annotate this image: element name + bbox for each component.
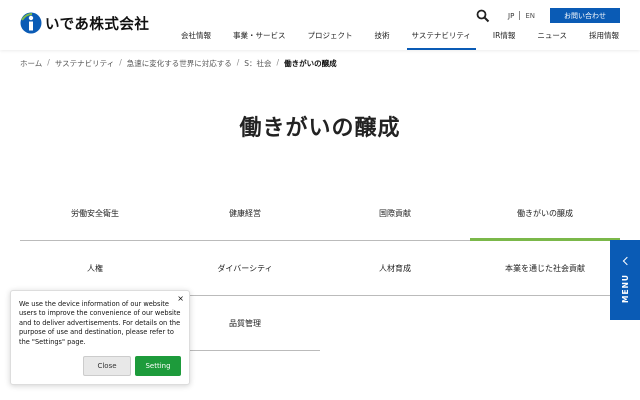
- cookie-actions: Close Setting: [83, 356, 181, 376]
- logo[interactable]: いであ株式会社: [20, 12, 149, 34]
- breadcrumb-current: 働きがいの醸成: [284, 59, 337, 68]
- category-tab[interactable]: ダイバーシティ: [170, 241, 320, 296]
- category-tab[interactable]: 国際貢献: [320, 186, 470, 241]
- nav-item[interactable]: プロジェクト: [297, 30, 364, 50]
- category-tab[interactable]: 人材育成: [320, 241, 470, 296]
- category-tab[interactable]: 本業を通じた社会貢献: [470, 241, 620, 296]
- breadcrumb: ホーム / サステナビリティ / 急速に変化する世界に対応する / S：社会 / 働きがいの醸成: [20, 58, 337, 69]
- lang-en[interactable]: EN: [525, 12, 535, 20]
- page-title: 働きがいの醸成: [239, 116, 401, 141]
- breadcrumb-link[interactable]: サステナビリティ: [55, 58, 114, 69]
- tabs-row: 労働安全衛生 健康経営 国際貢献 働きがいの醸成: [20, 186, 620, 241]
- category-tab[interactable]: 労働安全衛生: [20, 186, 170, 241]
- utility-bar: JP EN お問い合わせ: [476, 8, 620, 23]
- nav-item[interactable]: 事業・サービス: [222, 30, 297, 50]
- nav-item[interactable]: 採用情報: [578, 30, 630, 50]
- category-tab[interactable]: 健康経営: [170, 186, 320, 241]
- chevron-left-icon: [622, 256, 631, 265]
- cookie-close-button[interactable]: Close: [83, 356, 131, 376]
- breadcrumb-link[interactable]: S：社会: [244, 58, 271, 69]
- breadcrumb-link[interactable]: ホーム: [20, 58, 42, 69]
- nav-item[interactable]: 技術: [364, 30, 401, 50]
- logo-icon: [20, 12, 42, 34]
- breadcrumb-separator: /: [276, 58, 280, 67]
- main-nav: 会社情報 事業・サービス プロジェクト 技術 サステナビリティ IR情報 ニュース 採用情報: [170, 30, 630, 50]
- logo-text: いであ株式会社: [45, 16, 150, 33]
- nav-item[interactable]: ニュース: [526, 30, 578, 50]
- cookie-setting-button[interactable]: Setting: [135, 356, 181, 376]
- nav-item[interactable]: 会社情報: [170, 30, 222, 50]
- side-menu-button[interactable]: MENU: [610, 240, 640, 320]
- search-icon[interactable]: [476, 9, 490, 23]
- breadcrumb-separator: /: [236, 58, 240, 67]
- language-switcher: JP EN: [508, 11, 535, 20]
- category-tab[interactable]: 品質管理: [170, 296, 320, 351]
- cookie-banner: × We use the device information of our w…: [10, 290, 190, 385]
- category-tab[interactable]: 人権: [20, 241, 170, 296]
- side-menu-label: MENU: [620, 273, 630, 303]
- site-header: いであ株式会社 JP EN お問い合わせ 会社情報 事業・サービス プロジェクト 技術…: [0, 0, 640, 50]
- lang-jp[interactable]: JP: [508, 12, 514, 20]
- cookie-text: We use the device information of our web…: [19, 300, 181, 346]
- contact-button[interactable]: お問い合わせ: [550, 8, 620, 23]
- cookie-close-icon[interactable]: ×: [177, 294, 184, 303]
- breadcrumb-separator: /: [119, 58, 122, 67]
- nav-item[interactable]: サステナビリティ: [401, 30, 482, 50]
- lang-divider: [519, 11, 521, 20]
- breadcrumb-link[interactable]: 急速に変化する世界に対応する: [127, 58, 232, 69]
- nav-item[interactable]: IR情報: [482, 30, 526, 50]
- category-tab[interactable]: 働きがいの醸成: [470, 186, 620, 241]
- tabs-row: 人権 ダイバーシティ 人材育成 本業を通じた社会貢献: [20, 241, 620, 296]
- breadcrumb-separator: /: [47, 58, 50, 67]
